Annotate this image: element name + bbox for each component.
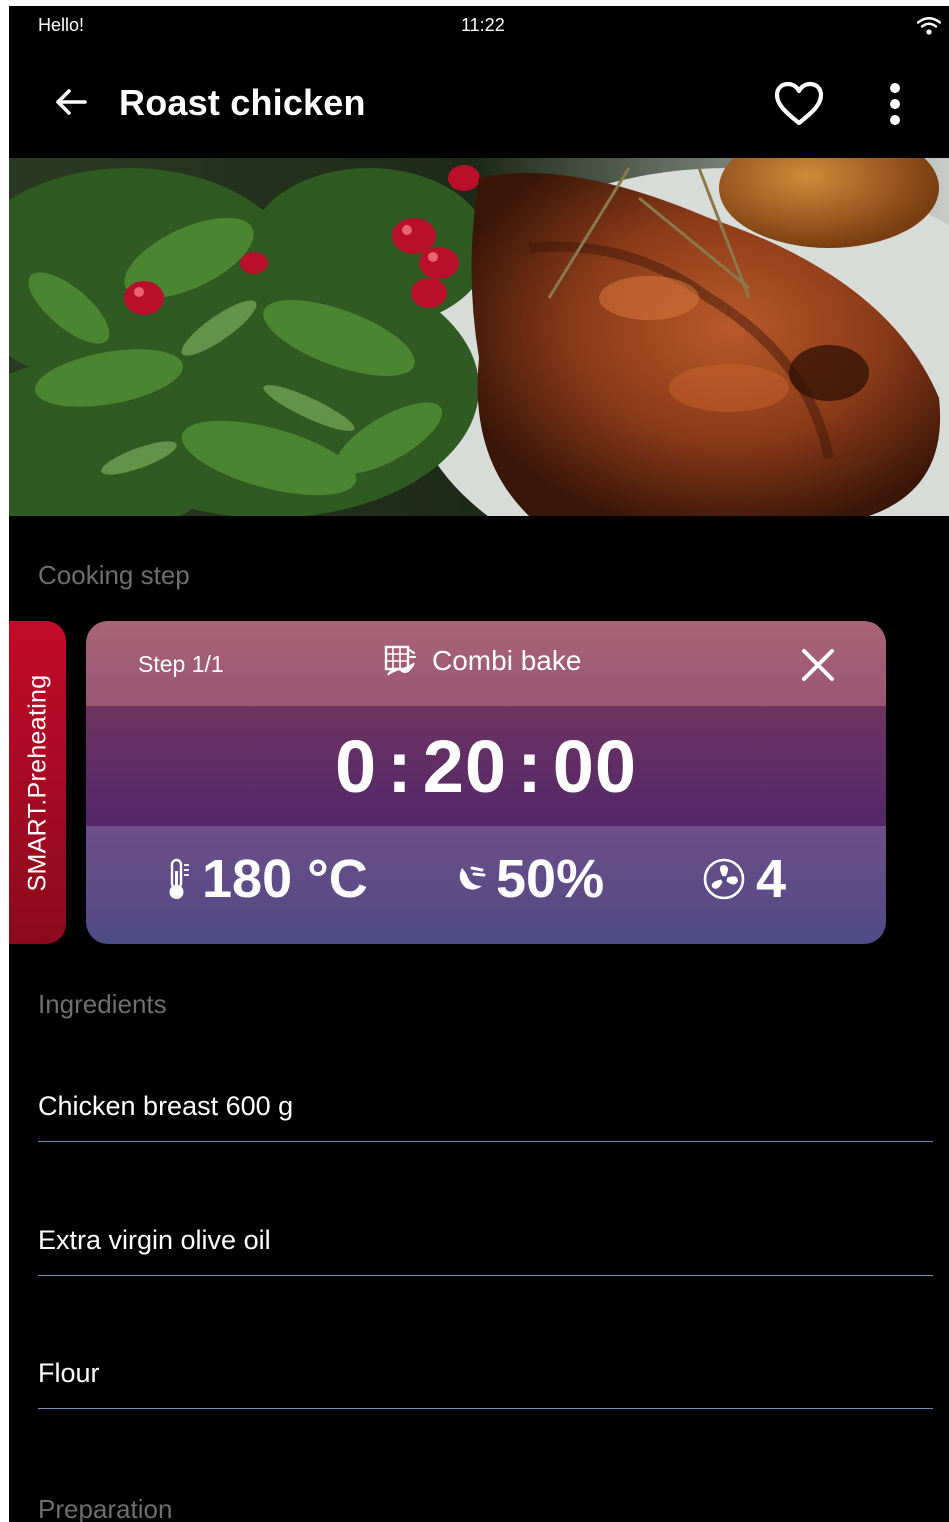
cooking-mode-label: Combi bake [432,645,582,676]
card-timer-band: 0 : 20 : 00 [86,706,886,826]
timer-minutes: 20 [422,724,508,808]
favorite-button[interactable] [771,76,827,132]
page-title: Roast chicken [119,82,366,123]
smart-preheating-label: SMART.Preheating [23,674,51,891]
card-parameters-band: 180 °C 50% 4 [86,826,886,944]
humidity-setting[interactable]: 50% [456,848,604,910]
back-button[interactable] [49,80,93,124]
status-bar: Hello! 11:22 [9,6,949,46]
status-time: 11:22 [461,15,505,35]
ingredients-heading: Ingredients [38,989,167,1019]
step-counter: Step 1/1 [138,651,224,677]
timer-hours: 0 [334,724,378,808]
temperature-value: 180 °C [202,849,368,909]
more-options-button[interactable] [875,76,915,132]
card-header: Step 1/1 Combi bake [86,621,886,706]
timer-separator: : [387,724,413,808]
recipe-image [9,158,949,516]
fan-setting[interactable]: 4 [702,848,786,910]
screen: Hello! 11:22 Roast chicken Cooking step … [9,6,949,1522]
close-icon [802,649,834,681]
preparation-heading: Preparation [38,1494,173,1522]
close-step-button[interactable] [794,641,842,689]
app-bar: Roast chicken [9,56,949,156]
fan-level-value: 4 [756,849,787,909]
fan-icon [703,858,745,900]
ingredient-item[interactable]: Chicken breast 600 g [38,1091,933,1142]
arrow-left-icon [56,89,87,115]
wifi-icon [917,17,941,35]
ingredient-item[interactable]: Extra virgin olive oil [38,1225,933,1276]
heart-icon [774,81,824,126]
thermometer-icon [169,858,189,899]
cooking-timer[interactable]: 0 : 20 : 00 [86,706,886,826]
ingredient-item[interactable]: Flour [38,1358,933,1409]
timer-separator: : [517,724,543,808]
status-greeting: Hello! [38,15,85,35]
more-vertical-icon [890,83,900,125]
cooking-step-heading: Cooking step [38,560,190,590]
steam-icon [459,866,486,890]
cooking-mode: Combi bake [384,645,581,677]
combi-bake-icon [384,645,416,676]
cooking-step-card[interactable]: Step 1/1 Combi bake 0 : 20: 00 180 °C 5… [86,621,886,944]
humidity-value: 50% [496,849,605,909]
smart-preheating-tab[interactable]: SMART.Preheating [9,621,66,944]
temperature-setting[interactable]: 180 °C [164,848,368,910]
timer-seconds: 00 [552,724,638,808]
